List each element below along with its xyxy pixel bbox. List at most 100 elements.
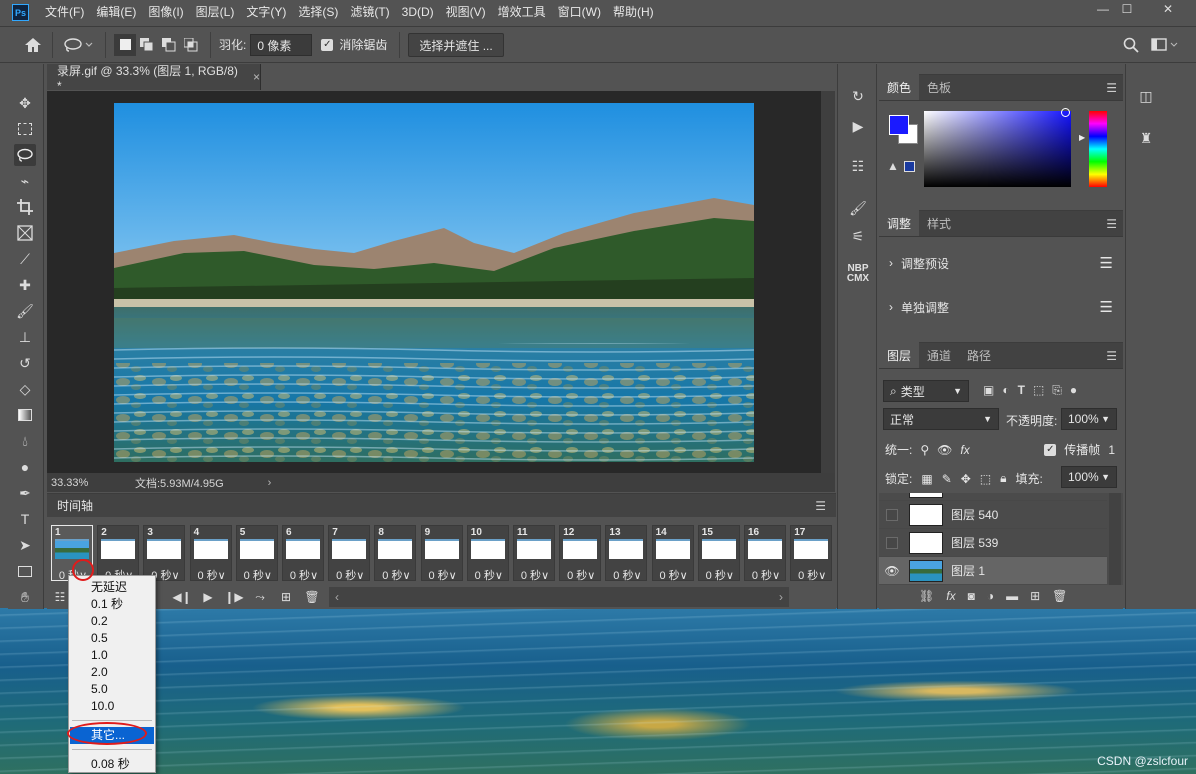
adjustment-presets-row[interactable]: › 调整预设 ☰ — [889, 253, 1113, 273]
adjustment-layer-icon[interactable]: ◑ — [987, 589, 994, 603]
visibility-toggle[interactable] — [886, 508, 898, 521]
animation-frame[interactable]: 17 0 秒∨ — [790, 525, 833, 583]
delay-option[interactable]: 0.5 — [70, 630, 154, 647]
frame-delay[interactable]: 0 秒∨ — [745, 567, 787, 583]
gradient-tool-icon[interactable] — [14, 404, 36, 426]
delay-option-current[interactable]: 0.08 秒 — [70, 756, 154, 773]
healing-brush-tool-icon[interactable]: ✚ — [14, 274, 36, 296]
foreground-color-swatch[interactable] — [889, 115, 909, 135]
layer-mask-icon[interactable]: ◙ — [968, 589, 975, 603]
antialias-checkbox[interactable]: ✓ 消除锯齿 — [321, 36, 387, 53]
frame-delay[interactable]: 0 秒∨ — [653, 567, 695, 583]
clone-stamp-tool-icon[interactable]: ⊥ — [14, 326, 36, 348]
type-filter-icon[interactable]: T — [1018, 383, 1025, 398]
hue-slider[interactable] — [1089, 111, 1107, 187]
lasso-tool-preset-icon[interactable] — [61, 34, 97, 56]
visibility-toggle[interactable] — [886, 536, 898, 549]
timeline-scrollbar[interactable]: ‹ › — [329, 587, 789, 607]
delay-option[interactable]: 0.2 — [70, 613, 154, 630]
frame-delay[interactable]: 0 秒∨ — [283, 567, 325, 583]
menu-item[interactable]: 3D(D) — [396, 0, 440, 25]
frame-delay[interactable]: 0 秒∨ — [514, 567, 556, 583]
add-selection-icon[interactable] — [136, 34, 158, 56]
close-tab-icon[interactable]: × — [253, 70, 260, 84]
web-color-swatch[interactable] — [904, 161, 915, 172]
smart-object-filter-icon[interactable]: ⎘ — [1052, 383, 1062, 398]
tab-swatches[interactable]: 色板 — [919, 74, 959, 100]
subtract-selection-icon[interactable] — [158, 34, 180, 56]
libraries-panel-icon[interactable]: ◫ — [1134, 84, 1158, 108]
animation-frame[interactable]: 16 0 秒∨ — [744, 525, 787, 583]
tab-channels[interactable]: 通道 — [919, 342, 959, 368]
play-icon[interactable]: ▶ — [195, 590, 221, 604]
frame-delay[interactable]: 0 秒∨ — [375, 567, 417, 583]
frame-delay[interactable]: 0 秒∨ — [468, 567, 510, 583]
marquee-tool-icon[interactable] — [14, 118, 36, 140]
tab-styles[interactable]: 样式 — [919, 210, 959, 236]
adjustments-panel-menu-icon[interactable]: ☰ — [1106, 217, 1117, 231]
frame-delay[interactable]: 0 秒∨ — [191, 567, 233, 583]
intersect-selection-icon[interactable] — [180, 34, 202, 56]
next-frame-icon[interactable]: ❙▶ — [221, 590, 247, 604]
delay-option[interactable]: 5.0 — [70, 681, 154, 698]
lock-all-icon[interactable]: 🔒︎ — [1000, 471, 1006, 486]
animation-frame[interactable]: 14 0 秒∨ — [651, 525, 695, 583]
opacity-input[interactable]: 100% ▼ — [1061, 408, 1117, 430]
unify-style-icon[interactable]: fx — [960, 443, 969, 457]
list-view-icon[interactable]: ☰ — [1100, 254, 1113, 272]
tab-color[interactable]: 颜色 — [879, 74, 920, 100]
actions-panel-icon[interactable]: ▶ — [846, 114, 870, 138]
eraser-tool-icon[interactable]: ◇ — [14, 378, 36, 400]
new-layer-icon[interactable]: ⊞ — [1030, 589, 1040, 603]
menu-item[interactable]: 窗口(W) — [552, 0, 607, 25]
history-panel-icon[interactable]: ↻ — [846, 84, 870, 108]
adjustment-filter-icon[interactable]: ◐ — [1002, 383, 1009, 398]
frame-delay[interactable]: 0 秒∨ — [606, 567, 648, 583]
tab-adjustments[interactable]: 调整 — [879, 210, 920, 236]
type-tool-icon[interactable]: T — [14, 508, 36, 530]
animation-frame[interactable]: 4 0 秒∨ — [189, 525, 233, 583]
layer-row[interactable]: 图层 540 — [879, 500, 1107, 528]
menu-item[interactable]: 图像(I) — [142, 0, 189, 25]
unify-visibility-icon[interactable]: 👁︎ — [937, 443, 952, 457]
frame-delay[interactable]: 0 秒∨ — [329, 567, 371, 583]
frame-delay[interactable]: 0 秒∨ — [237, 567, 279, 583]
color-panel-menu-icon[interactable]: ☰ — [1106, 81, 1117, 95]
delete-layer-icon[interactable]: 🗑︎ — [1052, 589, 1067, 603]
shape-filter-icon[interactable]: ⬚ — [1033, 383, 1044, 398]
animation-frame[interactable]: 20 秒∨ — [97, 525, 140, 582]
pen-tool-icon[interactable]: ✒︎ — [14, 482, 36, 504]
layer-filter-select[interactable]: ⌕ 类型 ▼ — [883, 380, 969, 402]
tween-icon[interactable]: ⤳ — [247, 590, 273, 605]
lock-image-icon[interactable]: ✎ — [942, 472, 952, 486]
single-adjustments-row[interactable]: › 单独调整 ☰ — [889, 297, 1113, 317]
menu-item[interactable]: 增效工具 — [492, 0, 552, 25]
duplicate-frame-icon[interactable]: ⊞ — [273, 590, 299, 604]
new-group-icon[interactable]: ▬ — [1006, 589, 1018, 603]
menu-item[interactable]: 图层(L) — [190, 0, 241, 25]
frame-delay[interactable]: 0 秒∨ — [699, 567, 741, 583]
list-view-icon[interactable]: ☰ — [1100, 298, 1113, 316]
menu-item[interactable]: 文字(Y) — [240, 0, 292, 25]
layers-panel-menu-icon[interactable]: ☰ — [1106, 349, 1117, 363]
path-select-tool-icon[interactable]: ➤ — [14, 534, 36, 556]
link-layers-icon[interactable]: ⛓︎ — [919, 589, 934, 603]
eyedropper-tool-icon[interactable]: ⟋ — [14, 248, 36, 270]
document-tab[interactable]: 录屏.gif @ 33.3% (图层 1, RGB/8) * × — [47, 64, 261, 93]
delay-option[interactable]: 0.1 秒 — [70, 596, 154, 613]
delay-option[interactable]: 2.0 — [70, 664, 154, 681]
new-selection-icon[interactable] — [114, 33, 136, 56]
home-icon[interactable] — [22, 34, 44, 56]
history-brush-tool-icon[interactable]: ↺ — [14, 352, 36, 374]
frame-delay[interactable]: 0 秒∨ — [791, 567, 833, 583]
previous-frame-icon[interactable]: ◀❙ — [169, 590, 195, 604]
animation-frame[interactable]: 15 0 秒∨ — [697, 525, 741, 583]
frame-delay[interactable]: 0 秒∨ — [422, 567, 464, 583]
delay-option[interactable]: 1.0 — [70, 647, 154, 664]
animation-frame[interactable]: 30 秒∨ — [143, 525, 186, 582]
unify-position-icon[interactable]: ⚲ — [920, 443, 929, 457]
brushes-panel-icon[interactable]: 🖌︎ — [846, 196, 870, 220]
maximize-button[interactable]: ☐ — [1110, 0, 1144, 18]
canvas-area[interactable] — [47, 91, 821, 473]
lock-artboard-icon[interactable]: ⬚ — [980, 472, 991, 486]
